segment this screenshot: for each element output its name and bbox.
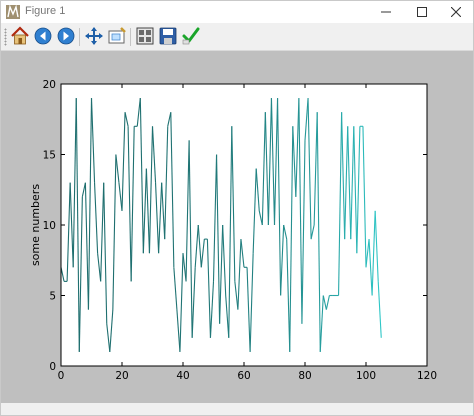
y-tick-label: 5 xyxy=(49,291,56,303)
status-bar xyxy=(1,403,473,415)
toolbar-grip[interactable] xyxy=(4,28,7,46)
subplots-button[interactable] xyxy=(134,25,156,47)
x-tick-label: 20 xyxy=(115,370,128,382)
figure-window: Figure 1 0 20 40 60 80 100 120 0 5 10 15… xyxy=(0,0,474,416)
x-tick-label: 80 xyxy=(298,370,311,382)
line-chart[interactable]: 0 20 40 60 80 100 120 0 5 10 15 20 some numbers xyxy=(1,51,473,403)
toolbar xyxy=(1,23,473,51)
minimize-icon xyxy=(381,11,391,13)
back-button[interactable] xyxy=(32,25,54,47)
checkmark-icon xyxy=(182,27,200,45)
close-button[interactable] xyxy=(439,1,473,23)
toolbar-separator xyxy=(79,28,80,46)
x-tick-label: 120 xyxy=(417,370,437,382)
arrow-left-icon xyxy=(34,27,52,45)
close-icon xyxy=(451,7,461,17)
subplots-icon xyxy=(136,27,154,45)
save-button[interactable] xyxy=(157,25,179,47)
app-icon xyxy=(6,5,20,19)
zoom-button[interactable] xyxy=(106,25,128,47)
move-icon xyxy=(85,27,103,45)
x-tick-label: 100 xyxy=(356,370,376,382)
x-tick-label: 0 xyxy=(58,370,65,382)
x-tick-label: 40 xyxy=(176,370,189,382)
plot-area xyxy=(61,84,427,366)
figure-canvas[interactable]: 0 20 40 60 80 100 120 0 5 10 15 20 some numbers xyxy=(1,51,473,403)
zoom-rect-icon xyxy=(108,27,126,44)
y-tick-label: 0 xyxy=(49,361,56,373)
home-icon xyxy=(11,26,29,45)
y-tick-label: 20 xyxy=(43,79,56,91)
pan-button[interactable] xyxy=(83,25,105,47)
arrow-right-icon xyxy=(57,27,75,45)
maximize-icon xyxy=(417,7,427,17)
toolbar-separator xyxy=(130,28,131,46)
window-title: Figure 1 xyxy=(25,5,66,17)
floppy-icon xyxy=(159,27,177,45)
minimize-button[interactable] xyxy=(369,1,403,23)
forward-button[interactable] xyxy=(55,25,77,47)
y-tick-label: 15 xyxy=(43,150,56,162)
y-tick-label: 10 xyxy=(43,220,56,232)
home-button[interactable] xyxy=(9,25,31,47)
y-axis-label: some numbers xyxy=(29,184,42,266)
edit-button[interactable] xyxy=(180,25,202,47)
x-tick-label: 60 xyxy=(237,370,250,382)
maximize-button[interactable] xyxy=(405,1,439,23)
title-bar[interactable]: Figure 1 xyxy=(1,1,473,23)
